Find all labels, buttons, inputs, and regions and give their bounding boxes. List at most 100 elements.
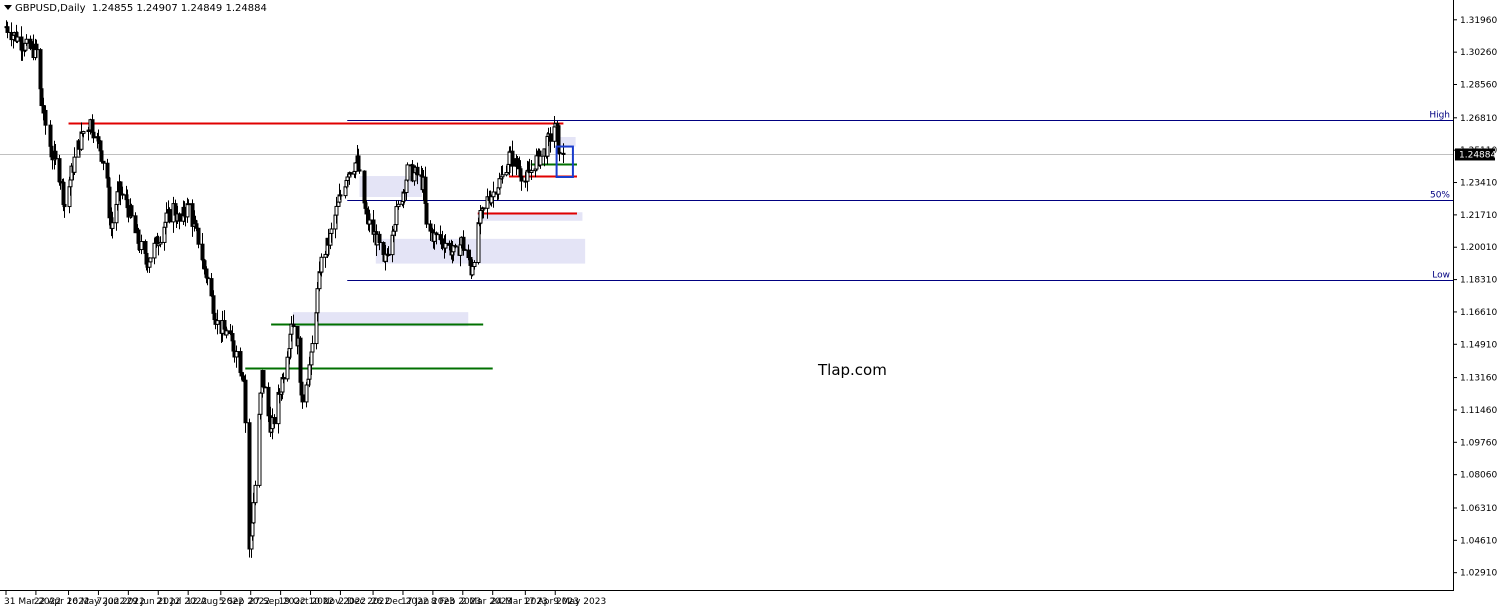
candle <box>79 122 84 151</box>
candle-body <box>443 242 448 249</box>
candle-body <box>196 227 201 245</box>
level-labels-layer: High 50% Low <box>1429 111 1450 281</box>
candle <box>510 140 515 177</box>
y-tick-label: 1.14910 <box>1460 340 1497 350</box>
candle <box>491 181 496 208</box>
candle-body <box>62 203 67 208</box>
candle-body <box>309 351 314 366</box>
candle-body <box>129 205 134 217</box>
candle-body <box>243 379 248 424</box>
candle-body <box>158 241 163 245</box>
candle <box>405 162 410 182</box>
y-tick-label: 1.16610 <box>1460 308 1497 318</box>
candle-body <box>194 223 199 229</box>
candle <box>243 374 248 433</box>
candle-body <box>338 194 343 197</box>
candle <box>196 227 201 249</box>
y-tick-label: 1.21710 <box>1460 211 1497 221</box>
candle-body <box>453 245 458 248</box>
candle-body <box>72 156 77 173</box>
candle-body <box>209 278 214 297</box>
price-chart[interactable]: 1.319601.302601.285601.268101.251101.234… <box>0 0 1499 612</box>
candle-body <box>91 131 96 139</box>
candle-body <box>405 164 410 181</box>
candle-body <box>489 196 494 204</box>
candle-body <box>215 320 220 325</box>
y-tick-label: 1.20010 <box>1460 243 1497 253</box>
candle <box>310 335 315 353</box>
y-axis: 1.319601.302601.285601.268101.251101.234… <box>1453 16 1497 579</box>
candle-body <box>304 384 309 403</box>
candle <box>72 147 77 175</box>
candle-body <box>367 219 372 225</box>
candle <box>253 480 258 506</box>
candle-body <box>281 377 286 380</box>
chart-header: GBPUSD,Daily 1.24855 1.24907 1.24849 1.2… <box>4 3 267 14</box>
chart-menu-arrow-icon[interactable] <box>4 5 12 10</box>
candle-body <box>34 43 39 51</box>
level-label-high: High <box>1429 111 1450 121</box>
chart-symbol: GBPUSD,Daily <box>15 3 86 14</box>
candle-body <box>53 150 58 160</box>
level-label-low: Low <box>1432 271 1450 281</box>
candle-body <box>396 203 401 208</box>
y-tick-label: 1.02910 <box>1460 569 1497 579</box>
y-tick-label: 1.11460 <box>1460 406 1497 416</box>
candle <box>424 202 429 228</box>
candle-body <box>43 109 48 126</box>
candle-body <box>307 364 312 380</box>
candle-body <box>148 257 153 263</box>
candle-body <box>466 249 471 259</box>
candle <box>148 257 153 263</box>
candle-body <box>476 222 481 264</box>
candle <box>298 336 303 386</box>
levels-layer <box>68 120 1453 370</box>
candle-body <box>291 323 296 327</box>
candle <box>39 87 44 107</box>
candle-body <box>167 209 172 223</box>
zone-0 <box>559 137 576 147</box>
y-tick-label: 1.08060 <box>1460 471 1497 481</box>
y-tick-label: 1.23410 <box>1460 179 1497 189</box>
candle-body <box>394 206 399 226</box>
candle-body <box>478 210 483 224</box>
candle <box>190 199 195 237</box>
candle-body <box>334 205 339 216</box>
candle-body <box>348 172 353 175</box>
candle-body <box>519 175 524 182</box>
candle-body <box>238 351 243 373</box>
candle-body <box>24 38 29 44</box>
y-tick-label: 1.04610 <box>1460 536 1497 546</box>
candle-body <box>139 241 144 251</box>
candle-body <box>386 253 391 256</box>
watermark: Tlap.com <box>818 361 887 379</box>
candle-body <box>538 155 543 166</box>
candle <box>167 207 172 224</box>
candle-body <box>186 203 191 206</box>
candle <box>101 160 106 171</box>
candle-body <box>81 131 86 134</box>
x-tick-label: 9 May 2023 <box>553 597 606 607</box>
candle-body <box>61 181 66 205</box>
candle-body <box>15 36 20 42</box>
candle-body <box>319 256 324 273</box>
candle-body <box>253 484 258 504</box>
candle-body <box>258 392 263 415</box>
y-tick-label: 1.30260 <box>1460 48 1497 58</box>
candle-body <box>107 186 112 219</box>
candle <box>238 347 243 374</box>
candle <box>230 325 235 342</box>
candle-body <box>5 26 10 33</box>
candle-body <box>345 176 350 181</box>
candle-body <box>377 233 382 244</box>
candle-body <box>118 181 123 195</box>
candle-body <box>234 351 239 358</box>
candle-body <box>68 179 73 188</box>
candle-body <box>285 356 290 380</box>
candle-body <box>428 223 433 232</box>
candle-body <box>497 178 502 189</box>
y-tick-label: 1.06310 <box>1460 504 1497 514</box>
candle <box>538 155 543 169</box>
candle-body <box>434 232 439 236</box>
candle <box>209 272 214 297</box>
